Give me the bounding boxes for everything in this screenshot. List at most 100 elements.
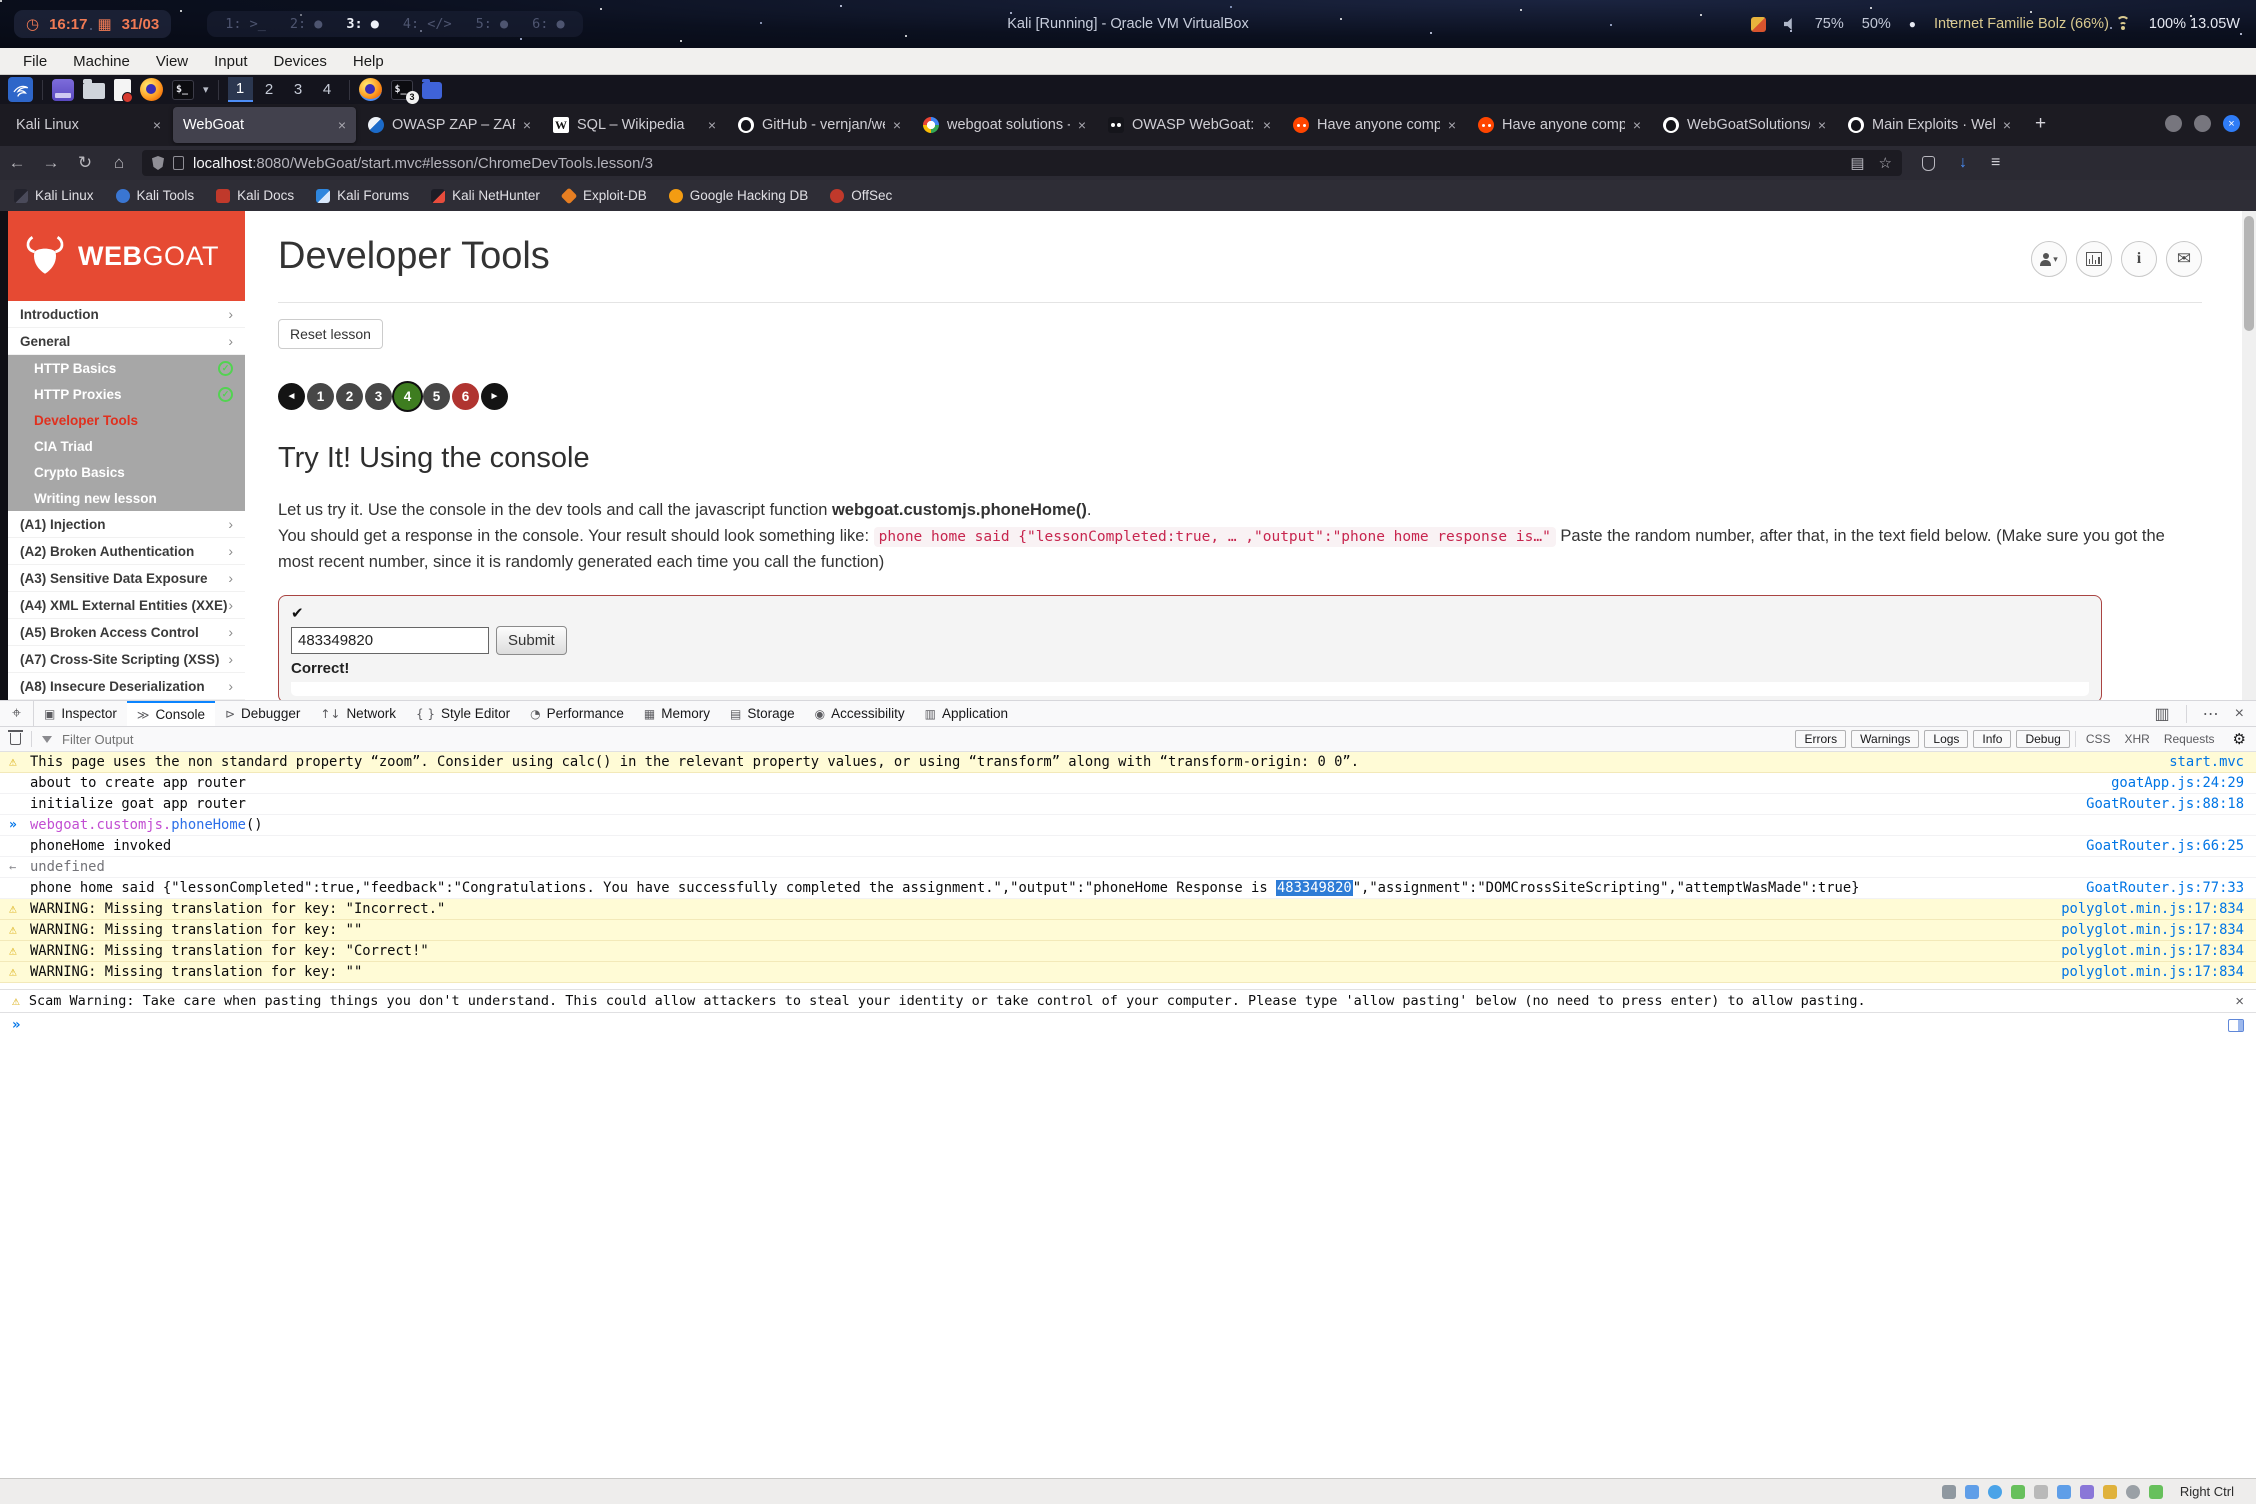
menubar-item-input[interactable]: Input bbox=[201, 53, 260, 70]
taskbar-workspace[interactable]: 2 bbox=[257, 77, 282, 102]
close-tab-icon[interactable]: × bbox=[523, 117, 531, 133]
url-text[interactable]: localhost:8080/WebGoat/start.mvc#lesson/… bbox=[193, 155, 1841, 172]
menubar-item-help[interactable]: Help bbox=[340, 53, 397, 70]
submit-button[interactable]: Submit bbox=[496, 626, 567, 655]
sidebar-item[interactable]: HTTP Basics✓ bbox=[8, 355, 245, 381]
menubar-item-file[interactable]: File bbox=[10, 53, 60, 70]
devtools-options-icon[interactable]: ⋯ bbox=[2203, 704, 2219, 724]
scrollbar-thumb[interactable] bbox=[2244, 216, 2254, 331]
close-tab-icon[interactable]: × bbox=[1078, 117, 1086, 133]
browser-tab[interactable]: WebGoat× bbox=[173, 107, 356, 143]
sidebar-item[interactable]: HTTP Proxies✓ bbox=[8, 381, 245, 407]
responsive-design-icon[interactable]: ▥ bbox=[2155, 704, 2170, 724]
panel-workspace[interactable]: 1: >_ bbox=[225, 16, 266, 32]
sidebar-item[interactable]: Developer Tools bbox=[8, 407, 245, 433]
devtools-tab-memory[interactable]: ▦Memory bbox=[634, 701, 720, 726]
home-button[interactable]: ⌂ bbox=[102, 153, 136, 173]
devtools-tab-accessibility[interactable]: ◉Accessibility bbox=[805, 701, 915, 726]
show-hints-button[interactable]: ▾ bbox=[2031, 241, 2067, 277]
pagination-page[interactable]: 4 bbox=[394, 383, 421, 410]
next-page-button[interactable]: ► bbox=[481, 383, 508, 410]
filter-button-info[interactable]: Info bbox=[1973, 730, 2011, 748]
close-tab-icon[interactable]: × bbox=[1263, 117, 1271, 133]
close-tab-icon[interactable]: × bbox=[893, 117, 901, 133]
console-source-link[interactable]: GoatRouter.js:77:33 bbox=[2066, 880, 2244, 896]
pagination-page[interactable]: 6 bbox=[452, 383, 479, 410]
panel-workspace[interactable]: 3: ● bbox=[346, 16, 379, 32]
taskbar-workspace[interactable]: 3 bbox=[286, 77, 311, 102]
sidebar-item[interactable]: (A7) Cross-Site Scripting (XSS)› bbox=[8, 646, 245, 673]
console-source-link[interactable]: goatApp.js:24:29 bbox=[2091, 775, 2244, 791]
firefox-launcher-icon[interactable] bbox=[140, 78, 163, 101]
reset-lesson-button[interactable]: Reset lesson bbox=[278, 319, 383, 349]
new-tab-button[interactable]: + bbox=[2023, 113, 2058, 135]
terminal-running-icon[interactable]: $_ 3 bbox=[391, 80, 413, 100]
bookmark-item[interactable]: Kali Linux bbox=[14, 188, 94, 203]
close-tab-icon[interactable]: × bbox=[1448, 117, 1456, 133]
mouse-integration-icon[interactable] bbox=[2149, 1485, 2163, 1499]
bookmark-item[interactable]: Kali NetHunter bbox=[431, 188, 540, 203]
filter-button-debug[interactable]: Debug bbox=[2016, 730, 2069, 748]
filter-type-requests[interactable]: Requests bbox=[2159, 732, 2220, 746]
filter-type-xhr[interactable]: XHR bbox=[2120, 732, 2155, 746]
devtools-tab-debugger[interactable]: ⊳Debugger bbox=[215, 701, 310, 726]
close-tab-icon[interactable]: × bbox=[1818, 117, 1826, 133]
browser-tab[interactable]: Have anyone comple× bbox=[1468, 107, 1651, 143]
close-tab-icon[interactable]: × bbox=[153, 117, 161, 133]
bookmark-item[interactable]: Kali Forums bbox=[316, 188, 409, 203]
devtools-tab-application[interactable]: ▥Application bbox=[915, 701, 1018, 726]
browser-tab[interactable]: Kali Linux× bbox=[6, 107, 171, 143]
hdd-icon[interactable] bbox=[1942, 1485, 1956, 1499]
console-source-link[interactable]: polyglot.min.js:17:834 bbox=[2041, 922, 2244, 938]
bookmark-item[interactable]: Exploit-DB bbox=[562, 188, 647, 203]
console-settings-icon[interactable]: ⚙ bbox=[2233, 730, 2246, 748]
close-devtools-icon[interactable]: × bbox=[2235, 705, 2244, 723]
minimize-button[interactable] bbox=[2165, 115, 2182, 132]
kali-menu-button[interactable] bbox=[8, 77, 33, 102]
sidebar-item[interactable]: (A5) Broken Access Control› bbox=[8, 619, 245, 646]
browser-tab[interactable]: WebGoatSolutions/S× bbox=[1653, 107, 1836, 143]
panel-workspace[interactable]: 2: ● bbox=[290, 16, 323, 32]
filter-button-errors[interactable]: Errors bbox=[1795, 730, 1846, 748]
shared-folders-icon[interactable] bbox=[2057, 1485, 2071, 1499]
console-source-link[interactable]: GoatRouter.js:66:25 bbox=[2066, 838, 2244, 854]
optical-disc-icon[interactable] bbox=[1965, 1485, 1979, 1499]
contact-button[interactable]: ✉ bbox=[2166, 241, 2202, 277]
bookmark-item[interactable]: OffSec bbox=[830, 188, 892, 203]
sidebar-item[interactable]: (A3) Sensitive Data Exposure› bbox=[8, 565, 245, 592]
console-source-link[interactable]: GoatRouter.js:88:18 bbox=[2066, 796, 2244, 812]
bookmark-item[interactable]: Kali Docs bbox=[216, 188, 294, 203]
panel-workspace[interactable]: 5: ● bbox=[476, 16, 509, 32]
filter-button-warnings[interactable]: Warnings bbox=[1851, 730, 1919, 748]
close-tab-icon[interactable]: × bbox=[1633, 117, 1641, 133]
pagination-page[interactable]: 5 bbox=[423, 383, 450, 410]
clipboard-icon[interactable] bbox=[2080, 1485, 2094, 1499]
taskbar-workspace[interactable]: 4 bbox=[315, 77, 340, 102]
sidebar-item[interactable]: General› bbox=[8, 328, 245, 355]
display-icon[interactable] bbox=[2103, 1485, 2117, 1499]
sidebar-item[interactable]: (A2) Broken Authentication› bbox=[8, 538, 245, 565]
close-icon[interactable]: × bbox=[2235, 993, 2244, 1010]
app-window-icon[interactable] bbox=[52, 79, 74, 101]
terminal-launcher-icon[interactable]: $_ bbox=[172, 80, 194, 100]
firefox-running-icon[interactable] bbox=[359, 78, 382, 101]
panel-workspace[interactable]: 4: </> bbox=[403, 16, 452, 32]
browser-tab[interactable]: GitHub - vernjan/we× bbox=[728, 107, 911, 143]
reader-mode-icon[interactable]: ▤ bbox=[1850, 154, 1864, 172]
sidebar-item[interactable]: CIA Triad bbox=[8, 433, 245, 459]
filter-button-logs[interactable]: Logs bbox=[1924, 730, 1968, 748]
devtools-tab-console[interactable]: ≫Console bbox=[127, 701, 215, 726]
filter-type-css[interactable]: CSS bbox=[2081, 732, 2116, 746]
sidebar-item[interactable]: Introduction› bbox=[8, 301, 245, 328]
filter-input[interactable]: Filter Output bbox=[62, 732, 134, 747]
url-bar[interactable]: localhost:8080/WebGoat/start.mvc#lesson/… bbox=[142, 150, 1902, 176]
menu-icon[interactable]: ≡ bbox=[1991, 154, 2000, 172]
usb-icon[interactable] bbox=[2034, 1485, 2048, 1499]
downloads-icon[interactable]: ↓ bbox=[1959, 154, 1967, 172]
close-tab-icon[interactable]: × bbox=[708, 117, 716, 133]
forward-button[interactable]: → bbox=[34, 153, 68, 173]
audio-icon[interactable] bbox=[1988, 1485, 2002, 1499]
files-running-icon[interactable] bbox=[422, 82, 442, 99]
browser-tab[interactable]: WSQL – Wikipedia× bbox=[543, 107, 726, 143]
reload-button[interactable]: ↻ bbox=[68, 153, 102, 173]
